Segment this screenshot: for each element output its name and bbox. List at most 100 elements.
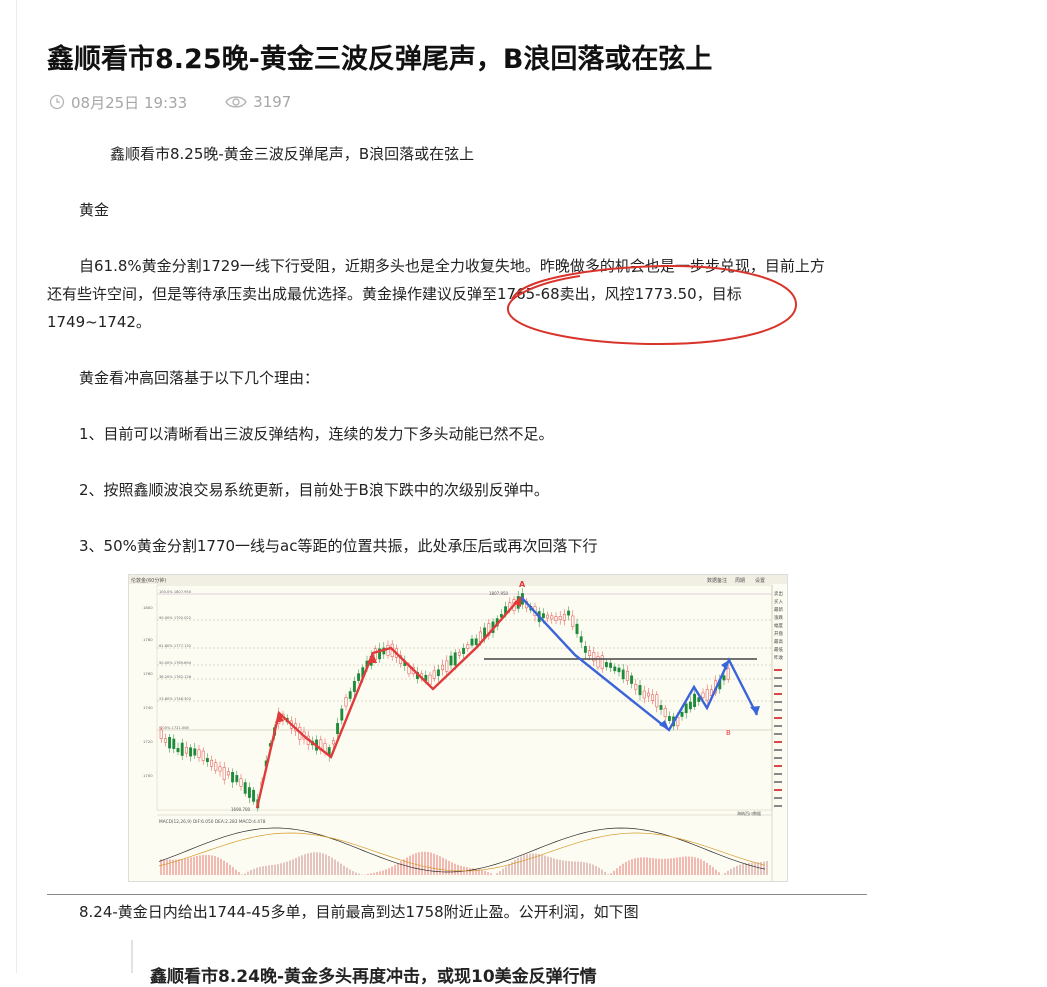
side-panel-value	[774, 693, 782, 695]
price-tick-label: 1700	[143, 773, 153, 778]
fib-label: 100.0% 1807.950	[159, 590, 192, 594]
candle-body	[214, 762, 218, 771]
side-panel-value	[774, 669, 782, 671]
reason-1: 1、目前可以清晰看出三波反弹结构，连续的发力下多头动能已然不足。	[79, 425, 554, 443]
side-panel-value	[774, 709, 782, 711]
chart-header-settings[interactable]: 设置	[755, 577, 765, 584]
candle-body	[701, 692, 705, 698]
candle-body	[638, 685, 642, 696]
price-tick-label: 1780	[143, 637, 153, 642]
reasons-intro: 黄金看冲高回落基于以下几个理由：	[79, 369, 320, 387]
candle-body	[583, 646, 587, 653]
high-price-label: 1807.950	[489, 591, 509, 596]
candle-body	[243, 782, 247, 794]
next-article-title: 鑫顺看市8.24晚-黄金多头再度冲击，或现10美金反弹行情	[150, 967, 597, 987]
candle-body	[663, 707, 667, 717]
candle-body	[567, 610, 571, 616]
side-panel-label: 最低	[774, 646, 783, 653]
view-count: 3197	[253, 93, 292, 111]
candle-body	[222, 767, 226, 780]
side-panel-value	[774, 717, 782, 719]
side-panel-label: 涨跌	[774, 614, 783, 621]
candle-body	[348, 691, 352, 699]
candle-body	[541, 613, 545, 619]
price-tick-label: 1740	[143, 705, 153, 710]
candle-body	[239, 778, 243, 787]
side-panel-value	[774, 725, 782, 727]
side-panel-value	[774, 677, 782, 679]
price-tick-label: 1800	[143, 605, 153, 610]
side-panel-value	[774, 685, 782, 687]
reason-3: 3、50%黄金分割1770一线与ac等距的位置共振，此处承压后或再次回落下行	[79, 537, 598, 555]
candle-body	[235, 775, 239, 783]
chart-header-period[interactable]: 周期	[735, 578, 745, 584]
hand-drawn-circle	[507, 264, 798, 346]
candle-body	[457, 651, 461, 656]
candle-body	[646, 692, 650, 697]
candle-body	[693, 693, 697, 708]
candle-body	[554, 616, 558, 621]
candle-body	[550, 615, 554, 620]
side-panel-value	[774, 749, 782, 751]
candle-body	[474, 638, 478, 646]
candle-body	[441, 664, 445, 671]
candle-body	[462, 647, 466, 654]
candle-body	[218, 766, 222, 772]
side-panel-value	[774, 741, 782, 743]
candle-body	[252, 789, 256, 802]
side-panel-label: 买入	[774, 598, 783, 605]
candle-body	[159, 729, 163, 739]
article-meta: 08月25日 19:33 3197	[49, 92, 291, 112]
candle-body	[634, 684, 638, 690]
candle-body	[168, 737, 172, 749]
low-price-label: 1690.700	[231, 807, 251, 812]
candle-body	[651, 694, 655, 701]
side-panel-value	[774, 805, 782, 807]
candle-body	[604, 662, 608, 668]
candle-body	[432, 670, 436, 679]
candle-body	[579, 636, 583, 643]
publish-time: 08月25日 19:33	[71, 93, 188, 112]
candle-body	[571, 615, 575, 627]
fib-label: 38.20% 1762.126	[159, 675, 192, 679]
candle-body	[625, 670, 629, 681]
candle-body	[680, 712, 684, 717]
side-panel-value	[774, 781, 782, 783]
candle-body	[655, 694, 659, 708]
candle-body	[197, 749, 201, 758]
clock-icon	[49, 94, 65, 110]
candle-body	[184, 747, 188, 754]
side-panel-value	[774, 773, 782, 775]
candle-body	[193, 748, 197, 756]
candle-body	[436, 669, 440, 677]
candle-body	[600, 655, 604, 669]
candle-body	[428, 674, 432, 685]
candle-body	[357, 673, 361, 681]
after-chart-text: 8.24-黄金日内给出1744-45多单，目前最高到达1758附近止盈。公开利润…	[79, 903, 639, 921]
candle-body	[630, 675, 634, 684]
candle-body	[189, 747, 193, 757]
price-tick-label: 1760	[143, 671, 153, 676]
candle-body	[667, 716, 671, 721]
chart-svg: 伦敦金(60分钟) 数据备注 周期 设置 100.0% 1807.950 90.0…	[129, 575, 787, 881]
side-panel-label: 最新	[774, 606, 783, 613]
candle-body	[722, 675, 726, 681]
candle-body	[684, 703, 688, 714]
fib-label: 50.00% 1769.694	[159, 661, 192, 665]
candle-body	[688, 701, 692, 710]
candle-body	[180, 742, 184, 756]
fib-label: 90.00% 1792.022	[159, 616, 191, 620]
side-panel-value	[774, 797, 782, 799]
candle-body	[659, 705, 663, 710]
side-panel-value	[774, 757, 782, 759]
candle-body	[176, 748, 180, 753]
quote-bar	[131, 940, 133, 973]
left-border	[16, 0, 17, 973]
candle-body	[247, 787, 251, 798]
chart-header-notes[interactable]: 数据备注	[707, 577, 727, 584]
reason-2: 2、按照鑫顺波浪交易系统更新，目前处于B浪下跌中的次级别反弹中。	[79, 481, 549, 499]
candle-body	[336, 723, 340, 734]
candle-body	[588, 650, 592, 656]
side-panel-value	[774, 701, 782, 703]
section-heading: 黄金	[79, 201, 110, 219]
